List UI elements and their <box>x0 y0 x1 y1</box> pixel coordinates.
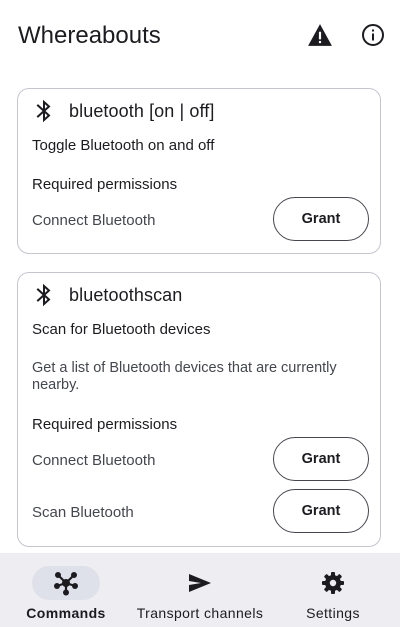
command-title: bluetooth [on | off] <box>69 100 215 121</box>
command-title: bluetoothscan <box>69 284 183 305</box>
permission-name-connect-bluetooth: Connect Bluetooth <box>32 452 156 469</box>
warning-button[interactable] <box>300 15 340 55</box>
nav-icon-container <box>299 566 367 600</box>
bluetooth-icon <box>32 283 56 307</box>
commands-hub-icon <box>54 572 78 596</box>
permission-name-scan-bluetooth: Scan Bluetooth <box>32 504 134 521</box>
nav-item-commands[interactable]: Commands <box>22 553 110 627</box>
active-indicator <box>32 566 100 600</box>
grant-scan-bluetooth-button[interactable]: Grant <box>273 489 369 533</box>
card-header: bluetoothscan <box>32 283 182 307</box>
send-icon <box>189 574 211 592</box>
gear-icon <box>322 572 344 594</box>
app-title: Whereabouts <box>18 22 161 49</box>
app-screen: Whereabouts bluetooth [on | off] Toggle … <box>0 0 400 627</box>
info-icon <box>362 24 384 46</box>
permissions-heading: Required permissions <box>32 416 178 433</box>
command-card-bluetooth: bluetooth [on | off] Toggle Bluetooth on… <box>17 88 381 254</box>
nav-label: Transport channels <box>136 605 264 621</box>
top-app-bar: Whereabouts <box>0 0 400 70</box>
command-card-bluetoothscan: bluetoothscan Scan for Bluetooth devices… <box>17 272 381 547</box>
bottom-navigation: Commands Transport channels Settings <box>0 553 400 627</box>
command-subtitle: Scan for Bluetooth devices <box>32 321 211 338</box>
nav-label: Commands <box>26 605 106 621</box>
grant-connect-bluetooth-button[interactable]: Grant <box>273 197 369 241</box>
permissions-heading: Required permissions <box>32 176 178 193</box>
nav-icon-container <box>166 566 234 600</box>
nav-label: Settings <box>306 605 360 621</box>
command-description: Get a list of Bluetooth devices that are… <box>32 360 337 393</box>
nav-item-transport-channels[interactable]: Transport channels <box>130 553 270 627</box>
permission-name-connect-bluetooth: Connect Bluetooth <box>32 212 156 229</box>
command-subtitle: Toggle Bluetooth on and off <box>32 137 215 154</box>
card-header: bluetooth [on | off] <box>32 99 214 123</box>
nav-item-settings[interactable]: Settings <box>298 553 368 627</box>
info-button[interactable] <box>353 15 393 55</box>
warning-icon <box>308 24 332 46</box>
grant-connect-bluetooth-button[interactable]: Grant <box>273 437 369 481</box>
bluetooth-icon <box>32 99 56 123</box>
